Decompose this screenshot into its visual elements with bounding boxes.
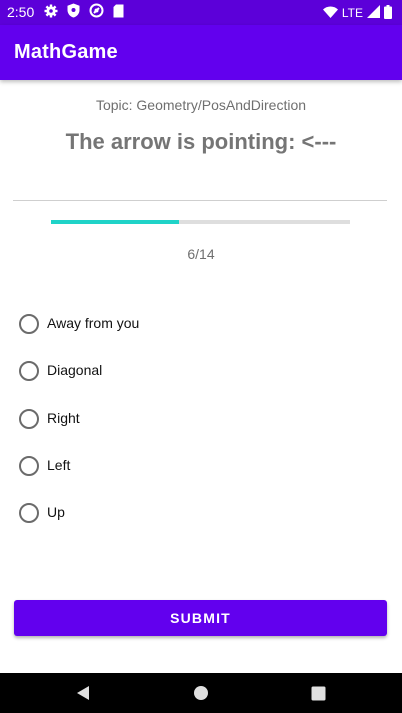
radio-button[interactable] [19,455,39,476]
radio-button[interactable] [19,314,39,334]
option-diagonal[interactable]: Diagonal [19,361,139,408]
radio-button[interactable] [19,361,39,382]
progress-bar [51,220,350,224]
shield-icon [67,3,80,23]
option-up[interactable]: Up [19,503,139,550]
progress-count: 6/14 [187,246,215,262]
radio-button[interactable] [19,408,39,429]
sd-card-icon [113,4,124,23]
home-icon[interactable] [181,673,221,713]
option-label: Up [47,504,65,520]
app-title: MathGame [14,41,118,63]
topic-label: Topic: Geometry/PosAndDirection [95,97,307,113]
signal-icon [367,5,380,21]
submit-button[interactable]: SUBMIT [14,600,387,636]
recents-icon[interactable] [298,673,338,713]
option-label: Away from you [47,315,140,331]
option-label: Diagonal [47,362,103,379]
gear-icon [44,4,58,23]
progress-bar-fill [51,220,180,224]
answer-options: Away from you Diagonal Right Left Up [19,314,139,550]
option-away-from-you[interactable]: Away from you [19,314,139,361]
battery-icon [384,4,392,22]
sync-icon [89,3,104,23]
back-icon[interactable] [63,673,103,713]
question-text: The arrow is pointing: <--- [65,129,337,154]
app-bar: MathGame [0,25,402,80]
status-bar: 2:50 LTE [0,0,402,25]
option-label: Left [47,456,71,473]
divider [13,200,387,201]
navigation-bar [0,673,402,713]
wifi-icon [322,6,338,21]
option-right[interactable]: Right [19,408,139,456]
status-system-icons: LTE [322,4,392,22]
network-type-label: LTE [341,6,363,20]
status-time: 2:50 [7,4,35,20]
option-label: Right [47,409,80,426]
radio-button[interactable] [19,503,39,523]
status-notification-icons [44,3,124,23]
option-left[interactable]: Left [19,455,139,503]
